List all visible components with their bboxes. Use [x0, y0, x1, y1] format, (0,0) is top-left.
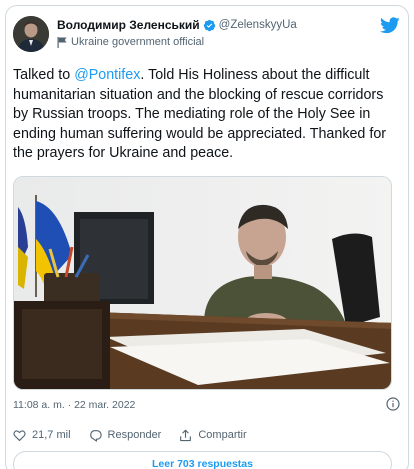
action-bar: 21,7 mil Responder Compartir: [13, 427, 265, 443]
reply-label: Responder: [107, 429, 162, 441]
flag-icon: [57, 36, 67, 48]
reply-action[interactable]: Responder: [89, 429, 162, 442]
avatar[interactable]: [13, 16, 49, 52]
timestamp[interactable]: 11:08 a. m. · 22 mar. 2022: [13, 399, 135, 411]
share-action[interactable]: Compartir: [179, 429, 247, 442]
display-name[interactable]: Володимир Зеленський: [57, 18, 200, 32]
verified-badge-icon: [203, 19, 215, 31]
like-action[interactable]: 21,7 mil: [13, 429, 71, 442]
info-icon[interactable]: [386, 397, 400, 411]
share-label: Compartir: [198, 429, 247, 441]
tweet-text-prefix: Talked to: [13, 67, 75, 83]
share-icon: [180, 429, 192, 441]
mention-link[interactable]: @Pontifex: [74, 67, 140, 83]
read-replies-button[interactable]: Leer 703 respuestas: [13, 451, 392, 469]
reply-icon: [89, 429, 102, 442]
handle[interactable]: @ZelenskyyUa: [219, 19, 297, 31]
heart-icon: [13, 429, 26, 441]
tweet-image[interactable]: [13, 176, 392, 390]
twitter-logo-icon[interactable]: [380, 17, 400, 34]
like-count: 21,7 mil: [32, 429, 71, 441]
tweet-text: Talked to @Pontifex. Told His Holiness a…: [13, 66, 398, 164]
affiliation-label: Ukraine government official: [71, 36, 205, 48]
